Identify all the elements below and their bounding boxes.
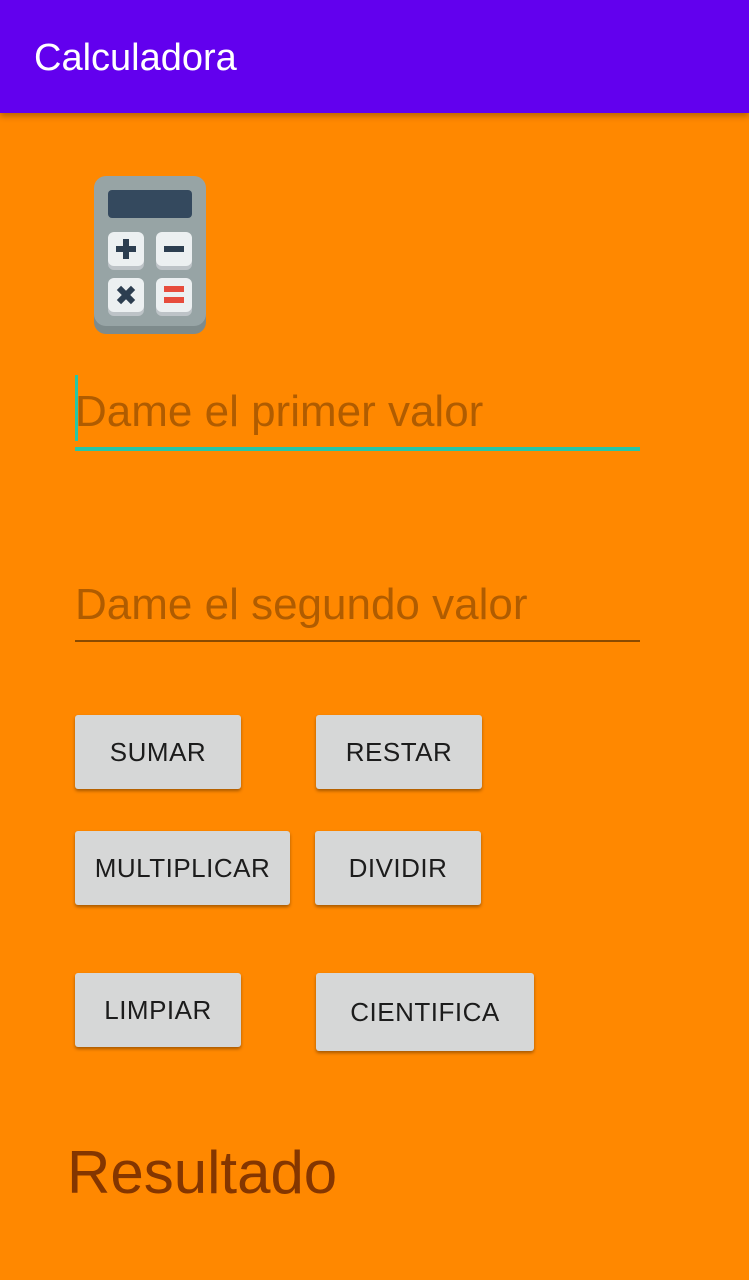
second-value-input[interactable] xyxy=(75,568,640,642)
restar-button[interactable]: RESTAR xyxy=(316,715,482,789)
first-value-input[interactable] xyxy=(75,375,640,449)
sumar-button[interactable]: SUMAR xyxy=(75,715,241,789)
result-label: Resultado xyxy=(67,1139,338,1206)
text-cursor xyxy=(75,375,78,441)
app-title: Calculadora xyxy=(34,37,237,79)
cientifica-button[interactable]: CIENTIFICA xyxy=(316,973,534,1051)
calculator-icon xyxy=(94,176,206,334)
dividir-button[interactable]: DIVIDIR xyxy=(315,831,481,905)
limpiar-button[interactable]: LIMPIAR xyxy=(75,973,241,1047)
app-bar: Calculadora xyxy=(0,0,749,113)
multiplicar-button[interactable]: MULTIPLICAR xyxy=(75,831,290,905)
first-value-underline xyxy=(75,447,640,451)
first-value-field[interactable] xyxy=(75,375,640,453)
second-value-field[interactable] xyxy=(75,568,640,646)
second-value-underline xyxy=(75,640,640,642)
